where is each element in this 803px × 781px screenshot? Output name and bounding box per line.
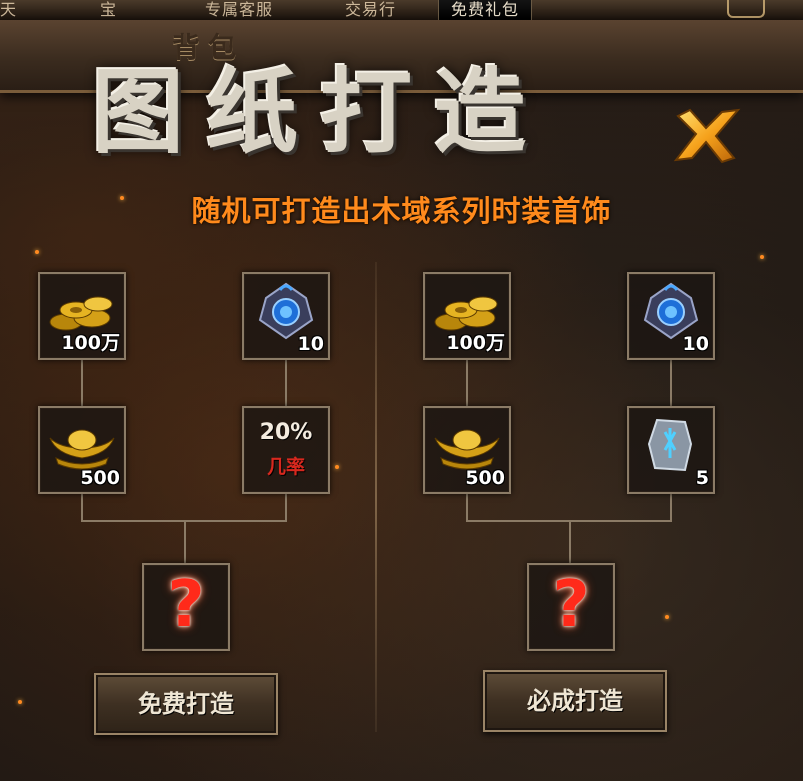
rune-stone-slot[interactable]: 5 (627, 406, 715, 494)
ember-particle (335, 465, 339, 469)
close-button[interactable] (668, 100, 742, 174)
gold-count: 100万 (446, 332, 505, 354)
blue-crystal-icon (258, 282, 314, 340)
ember-particle (18, 700, 22, 704)
rate-label: 几率 (266, 456, 305, 478)
ember-particle (120, 196, 124, 200)
connector-line (285, 358, 287, 406)
ember-particle (760, 255, 764, 259)
menu-item-service[interactable]: 专属客服 (205, 0, 273, 20)
gold-ingot-slot[interactable]: 500 (38, 406, 126, 494)
connector-line (184, 520, 186, 564)
connector-line (670, 358, 672, 406)
gold-count: 100万 (61, 332, 120, 354)
menu-item-free-gift[interactable]: 免费礼包 (438, 0, 533, 21)
connector-line (466, 493, 468, 521)
menu-item-trade[interactable]: 交易行 (345, 0, 396, 20)
rune-stone-icon (647, 418, 693, 472)
connector-line (569, 520, 571, 564)
top-menu-bar: 天 宝 专属客服 交易行 免费礼包 (0, 0, 803, 21)
gold-coins-slot[interactable]: 100万 (423, 272, 511, 360)
gold-ingot-icon (49, 429, 115, 470)
question-mark-icon: ? (552, 568, 590, 642)
gold-ingot-slot[interactable]: 500 (423, 406, 511, 494)
window-title: 图纸打造 (92, 58, 549, 166)
rune-count: 5 (695, 467, 709, 489)
free-forge-button[interactable]: 免费打造 (94, 673, 278, 735)
connector-line (81, 493, 83, 521)
blue-crystal-icon (643, 282, 699, 340)
menu-item-2[interactable]: 宝 (100, 0, 117, 20)
ingot-count: 500 (80, 467, 120, 489)
connector-line (285, 493, 287, 521)
menu-item-1[interactable]: 天 (0, 0, 17, 20)
crystal-count: 10 (297, 333, 324, 355)
connector-line (466, 358, 468, 406)
crystal-count: 10 (682, 333, 709, 355)
top-corner-button[interactable] (727, 0, 765, 18)
crystal-slot[interactable]: 10 (627, 272, 715, 360)
ember-particle (665, 615, 669, 619)
ingot-count: 500 (465, 467, 505, 489)
connector-line (670, 493, 672, 521)
result-slot[interactable]: ? (142, 563, 230, 651)
crystal-slot[interactable]: 10 (242, 272, 330, 360)
subtitle: 随机可打造出木域系列时装首饰 (191, 194, 612, 228)
close-x-icon (673, 108, 741, 164)
question-mark-icon: ? (167, 568, 205, 642)
connector-line (81, 358, 83, 406)
guaranteed-forge-button[interactable]: 必成打造 (483, 670, 667, 732)
section-divider (375, 262, 377, 732)
result-slot[interactable]: ? (527, 563, 615, 651)
rate-value: 20% (259, 420, 313, 445)
gold-ingot-icon (434, 429, 500, 470)
success-rate-slot: 20% 几率 (242, 406, 330, 494)
gold-coins-slot[interactable]: 100万 (38, 272, 126, 360)
ember-particle (35, 250, 39, 254)
